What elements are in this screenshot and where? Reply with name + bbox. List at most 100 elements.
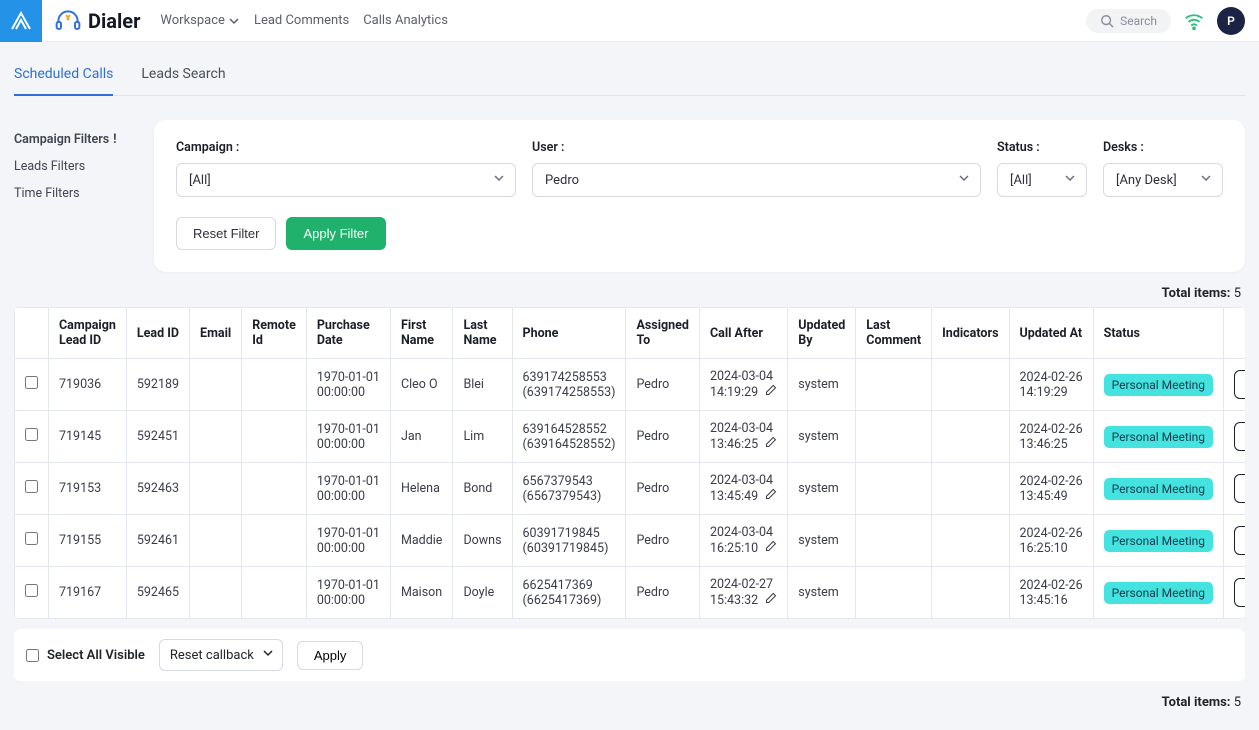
edit-icon[interactable] — [765, 490, 777, 503]
table-row: 7191535924631970-01-0100:00:00HelenaBond… — [15, 463, 1246, 515]
row-checkbox[interactable] — [25, 428, 38, 441]
status-label: Status : — [997, 140, 1087, 155]
total-items-label: Total items: — [1162, 286, 1231, 301]
cell-actions: Choose Action — [1224, 463, 1245, 515]
nav-right: Search P — [1086, 7, 1259, 35]
cell-email — [190, 359, 242, 411]
cell-last-name: Bond — [453, 463, 512, 515]
cell-call-after: 2024-03-0416:25:10 — [699, 515, 787, 567]
edit-icon[interactable] — [765, 594, 777, 607]
cell-remote-id — [242, 463, 307, 515]
app-logo-box[interactable] — [0, 0, 42, 42]
edit-icon[interactable] — [765, 542, 777, 555]
row-checkbox[interactable] — [25, 584, 38, 597]
col-phone: Phone — [512, 308, 626, 359]
row-checkbox[interactable] — [25, 376, 38, 389]
cell-last-comment — [856, 463, 932, 515]
cell-campaign-lead-id: 719153 — [49, 463, 127, 515]
cell-indicators — [932, 515, 1009, 567]
select-all-checkbox[interactable] — [26, 649, 39, 662]
chevron-down-icon — [228, 15, 240, 27]
nav-calls-analytics[interactable]: Calls Analytics — [363, 13, 448, 28]
cell-purchase-date: 1970-01-0100:00:00 — [306, 515, 390, 567]
choose-action-button[interactable]: Choose Action — [1234, 370, 1245, 399]
side-filter-time[interactable]: Time Filters — [14, 180, 134, 207]
filter-row: Campaign : [All] User : Pedro Status : — [176, 140, 1223, 197]
cell-actions: Choose Action — [1224, 359, 1245, 411]
total-items-value: 5 — [1234, 286, 1241, 301]
choose-action-button[interactable]: Choose Action — [1234, 422, 1245, 451]
select-all-visible[interactable]: Select All Visible — [26, 648, 145, 663]
status-select[interactable]: [All] — [997, 163, 1087, 197]
cell-email — [190, 411, 242, 463]
cell-lead-id: 592451 — [126, 411, 189, 463]
cell-actions: Choose Action — [1224, 515, 1245, 567]
col-indicators: Indicators — [932, 308, 1009, 359]
tab-scheduled-calls[interactable]: Scheduled Calls — [14, 56, 113, 96]
chevron-down-icon — [1200, 172, 1212, 188]
cell-first-name: Cleo O — [390, 359, 452, 411]
nav-workspace-label: Workspace — [160, 13, 225, 28]
cell-last-name: Blei — [453, 359, 512, 411]
select-all-label: Select All Visible — [47, 648, 145, 663]
user-select[interactable]: Pedro — [532, 163, 981, 197]
edit-icon[interactable] — [765, 438, 777, 451]
cell-updated-at: 2024-02-2616:25:10 — [1009, 515, 1093, 567]
col-remote-id: Remote Id — [242, 308, 307, 359]
chevron-down-icon — [1064, 172, 1076, 188]
cell-remote-id — [242, 411, 307, 463]
cell-call-after: 2024-03-0413:45:49 — [699, 463, 787, 515]
chevron-down-icon — [493, 172, 505, 188]
cell-first-name: Maddie — [390, 515, 452, 567]
side-filter-campaign[interactable]: Campaign Filters ! — [14, 126, 134, 153]
cell-call-after: 2024-03-0414:19:29 — [699, 359, 787, 411]
desks-select[interactable]: [Any Desk] — [1103, 163, 1223, 197]
cell-call-after: 2024-03-0413:46:25 — [699, 411, 787, 463]
cell-phone: 60391719845(60391719845) — [512, 515, 626, 567]
cell-email — [190, 463, 242, 515]
col-last-comment: Last Comment — [856, 308, 932, 359]
status-badge: Personal Meeting — [1104, 582, 1213, 604]
cell-email — [190, 515, 242, 567]
choose-action-button[interactable]: Choose Action — [1234, 578, 1245, 607]
filter-campaign: Campaign : [All] — [176, 140, 516, 197]
side-filter-leads[interactable]: Leads Filters — [14, 153, 134, 180]
cell-email — [190, 567, 242, 619]
cell-status: Personal Meeting — [1093, 515, 1223, 567]
nav-workspace[interactable]: Workspace — [160, 13, 240, 28]
bulk-action-select[interactable]: Reset callback — [159, 639, 283, 671]
bulk-action-value: Reset callback — [170, 648, 254, 663]
desks-label: Desks : — [1103, 140, 1223, 155]
tab-leads-search[interactable]: Leads Search — [141, 56, 225, 95]
reset-filter-button[interactable]: Reset Filter — [176, 217, 276, 250]
cell-status: Personal Meeting — [1093, 463, 1223, 515]
cell-assigned-to: Pedro — [626, 463, 699, 515]
bulk-apply-button[interactable]: Apply — [297, 641, 364, 670]
cell-indicators — [932, 359, 1009, 411]
total-items-top: Total items: 5 — [14, 272, 1245, 307]
row-checkbox[interactable] — [25, 532, 38, 545]
user-label: User : — [532, 140, 981, 155]
nav-lead-comments[interactable]: Lead Comments — [254, 13, 349, 28]
cell-indicators — [932, 567, 1009, 619]
row-checkbox[interactable] — [25, 480, 38, 493]
filter-buttons: Reset Filter Apply Filter — [176, 217, 1223, 250]
cell-lead-id: 592463 — [126, 463, 189, 515]
cell-phone: 6625417369(6625417369) — [512, 567, 626, 619]
cell-assigned-to: Pedro — [626, 515, 699, 567]
avatar[interactable]: P — [1217, 7, 1245, 35]
cell-first-name: Jan — [390, 411, 452, 463]
choose-action-button[interactable]: Choose Action — [1234, 526, 1245, 555]
search-icon — [1100, 14, 1114, 28]
cell-lead-id: 592461 — [126, 515, 189, 567]
status-badge: Personal Meeting — [1104, 478, 1213, 500]
choose-action-button[interactable]: Choose Action — [1234, 474, 1245, 503]
apply-filter-button[interactable]: Apply Filter — [286, 217, 385, 250]
cell-first-name: Helena — [390, 463, 452, 515]
campaign-select[interactable]: [All] — [176, 163, 516, 197]
search-button[interactable]: Search — [1086, 9, 1171, 33]
cell-updated-at: 2024-02-2614:19:29 — [1009, 359, 1093, 411]
total-items-value: 5 — [1234, 695, 1241, 710]
chevron-down-icon — [262, 647, 274, 663]
edit-icon[interactable] — [765, 386, 777, 399]
